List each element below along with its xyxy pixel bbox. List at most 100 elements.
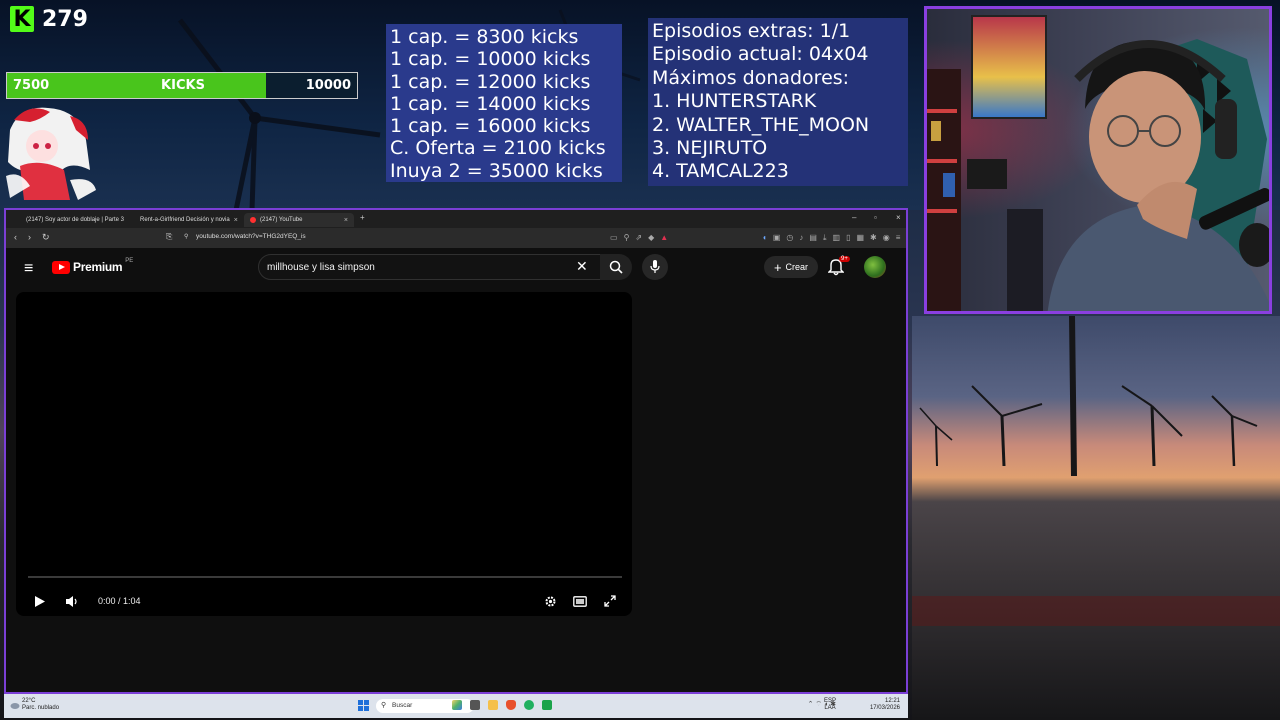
hamburger-menu-icon[interactable]: ≡ (24, 260, 33, 278)
weather-widget[interactable]: 22°C Parc. nublado (22, 698, 59, 712)
voice-search-button[interactable] (642, 254, 668, 280)
reload-icon[interactable]: ↻ (42, 232, 50, 243)
price-line: 1 cap. = 8300 kicks (390, 26, 579, 48)
info-line: 2. WALTER_THE_MOON (652, 113, 870, 136)
tab-rent-a-girlfriend[interactable]: Rent-a-Girlfriend Decisión y novia × (130, 213, 240, 227)
search-placeholder: Buscar (392, 702, 413, 709)
tab-voice-actor[interactable]: (2147) Soy actor de doblaje | Parte 3 × (16, 213, 126, 227)
back-icon[interactable]: ‹ (14, 232, 17, 242)
close-tab-icon[interactable]: × (344, 217, 348, 224)
tab-label: (2147) Soy actor de doblaje | Parte 3 (26, 217, 124, 223)
language-indicator[interactable]: ESP LAA (824, 698, 836, 712)
video-player[interactable]: 0:00 / 1:04 (16, 292, 632, 616)
kicks-goal-bar: 7500 KICKS 10000 (6, 72, 358, 99)
info-line: Episodio actual: 04x04 (652, 43, 869, 66)
video-progress-bar[interactable] (28, 576, 622, 578)
audio-icon[interactable]: ◖ (762, 233, 767, 243)
share-icon[interactable]: ⇗ (635, 233, 642, 242)
youtube-premium-logo[interactable]: Premium PE (52, 258, 134, 274)
maximize-icon[interactable]: ▫ (874, 213, 877, 222)
close-tab-icon[interactable]: × (234, 217, 238, 224)
chevron-up-icon[interactable]: ⌃ (808, 701, 814, 708)
webcam-poster (971, 15, 1047, 119)
create-label: Crear (785, 262, 809, 272)
network-icon[interactable]: ⌔ (815, 701, 822, 708)
price-line: 1 cap. = 16000 kicks (390, 115, 591, 138)
taskbar-clock[interactable]: 12:21 17/03/2026 (870, 698, 900, 712)
screenshot-icon[interactable]: ▦ (856, 233, 864, 243)
theater-mode-button[interactable] (570, 592, 590, 610)
goal-end: 10000 (305, 78, 351, 93)
clock-time: 12:21 (884, 698, 900, 704)
fullscreen-icon (604, 595, 616, 607)
brand-label: Premium (73, 260, 123, 274)
windows-start-icon[interactable] (358, 700, 369, 711)
file-explorer-icon[interactable] (488, 700, 498, 710)
sunset-wind-farm-background (912, 316, 1280, 720)
webcam-feed (924, 6, 1272, 314)
task-view-icon[interactable] (452, 700, 462, 710)
info-line: Episodios extras: 1/1 (652, 20, 851, 42)
bookmark-icon[interactable]: ⎘ (166, 232, 172, 242)
clear-search-icon[interactable]: ✕ (576, 258, 588, 275)
microphone-icon (650, 260, 660, 273)
language-code: ESP (824, 698, 837, 704)
site-info-icon[interactable]: ⚲ (184, 233, 188, 240)
history-icon[interactable]: ◷ (786, 233, 793, 243)
widgets-icon[interactable] (470, 700, 480, 710)
episode-donors-panel: Episodios extras: 1/1 Episodio actual: 0… (648, 18, 908, 186)
search-icon: ⚲ (381, 702, 387, 709)
price-line: 1 cap. = 10000 kicks (390, 48, 591, 71)
keyboard-layout: LAA (824, 705, 836, 711)
settings-button[interactable] (540, 592, 560, 610)
youtube-logo-icon (52, 260, 70, 274)
forward-icon[interactable]: › (28, 232, 31, 242)
vpn-icon[interactable]: ◉ (883, 233, 890, 243)
obs-app-icon[interactable] (542, 700, 552, 710)
search-button[interactable] (600, 254, 632, 280)
kick-count: 279 (42, 6, 88, 32)
url-field[interactable]: youtube.com/watch?v=THG2dYEQ_is (196, 233, 306, 240)
price-list-panel: 1 cap. = 8300 kicks 1 cap. = 10000 kicks… (386, 24, 622, 182)
app-icon[interactable] (524, 700, 534, 710)
tab-strip: (2147) Soy actor de doblaje | Parte 3 × … (6, 210, 906, 228)
search-input[interactable]: millhouse y lisa simpson (258, 254, 602, 280)
address-bar: ‹ › ↻ ⎘ ⚲ youtube.com/watch?v=THG2dYEQ_i… (6, 228, 906, 248)
extension-icon[interactable]: ▣ (773, 233, 781, 243)
address-actions: ▭ ⚲ ⇗ ◆ ▲ (610, 233, 668, 242)
new-tab-button[interactable]: + (360, 213, 365, 222)
close-window-icon[interactable]: × (896, 213, 901, 222)
shield-icon[interactable]: ◆ (648, 233, 654, 242)
region-label: PE (125, 258, 134, 264)
library-icon[interactable]: ▥ (833, 233, 841, 243)
tab-youtube[interactable]: (2147) YouTube × (244, 213, 354, 227)
menu-icon[interactable]: ≡ (896, 233, 901, 243)
price-line: 1 cap. = 14000 kicks (390, 92, 591, 115)
wallet-icon[interactable]: ▤ (809, 233, 817, 243)
search-icon (609, 260, 623, 274)
play-button[interactable] (30, 592, 50, 610)
brave-browser-icon[interactable] (506, 700, 516, 710)
sidebar-icon[interactable]: ▯ (846, 233, 850, 243)
create-button[interactable]: + Crear (764, 256, 818, 278)
volume-button[interactable] (62, 592, 82, 610)
download-icon[interactable]: ⤓ (823, 233, 827, 243)
plus-icon: + (773, 259, 782, 275)
music-icon[interactable]: ♪ (799, 233, 803, 243)
zoom-icon[interactable]: ⚲ (624, 233, 630, 242)
volume-icon (66, 595, 77, 607)
tab-label: (2147) YouTube (260, 217, 303, 223)
account-avatar[interactable] (864, 256, 886, 278)
cast-icon[interactable]: ▭ (610, 233, 618, 242)
theater-mode-icon (573, 595, 587, 607)
fullscreen-button[interactable] (600, 592, 620, 610)
windows-taskbar: 22°C Parc. nublado ⚲ Buscar ⌃ ⌔ ◖ ✱ ESP … (4, 694, 908, 718)
youtube-favicon-icon (250, 217, 256, 223)
kick-follower-counter: K 279 (10, 6, 88, 32)
video-time-display: 0:00 / 1:04 (98, 596, 141, 606)
webcam-streamer (1047, 39, 1269, 311)
puzzle-icon[interactable]: ✱ (870, 233, 877, 243)
kick-logo-icon: K (10, 6, 34, 32)
minimize-icon[interactable]: – (852, 213, 856, 222)
rewards-icon[interactable]: ▲ (660, 233, 668, 242)
